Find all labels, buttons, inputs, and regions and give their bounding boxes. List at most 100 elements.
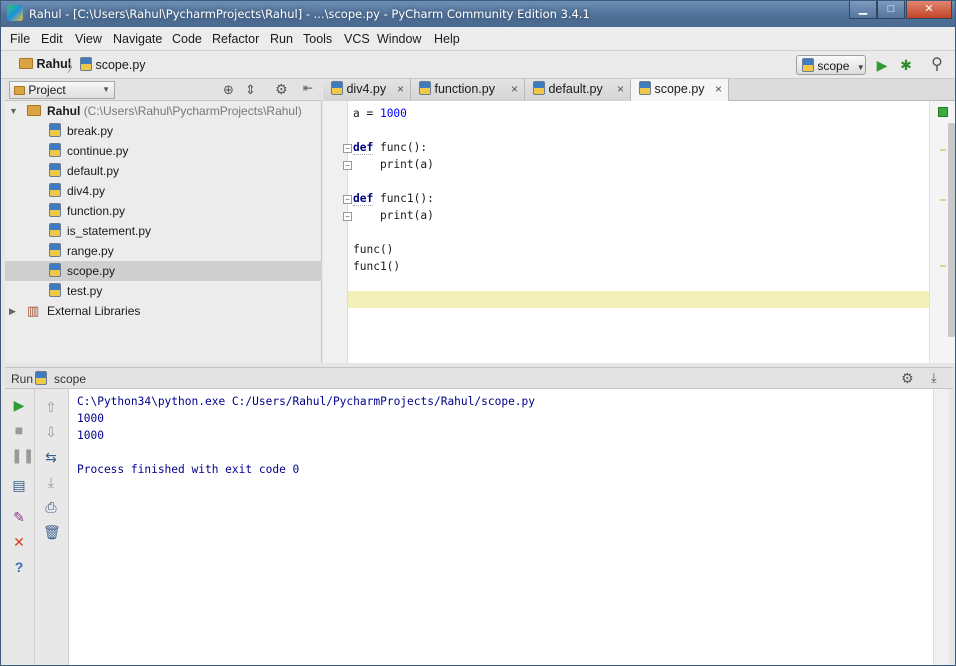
stop-icon[interactable]: ■ xyxy=(11,422,27,438)
scroll-to-end-icon[interactable]: ⤓ xyxy=(43,474,59,490)
python-file-icon xyxy=(49,243,61,257)
tree-item-label: range.py xyxy=(67,244,114,258)
error-stripe-mark[interactable] xyxy=(940,199,946,201)
trash-icon[interactable]: 🗑 xyxy=(43,524,61,540)
menu-refactor[interactable]: Refactor xyxy=(212,32,259,46)
tree-item-file[interactable]: break.py xyxy=(5,121,322,141)
tree-item-file[interactable]: test.py xyxy=(5,281,322,301)
code-editor[interactable]: − − − − a = 1000 def func(): print(a) de… xyxy=(323,101,955,363)
console-scrollbar[interactable] xyxy=(933,389,949,665)
menu-tools[interactable]: Tools xyxy=(303,32,332,46)
gear-icon[interactable]: ⚙ xyxy=(275,81,288,98)
breadcrumb-file[interactable]: scope.py xyxy=(80,57,146,72)
maximize-button[interactable]: □ xyxy=(877,1,905,19)
gear-icon[interactable]: ⚙ xyxy=(901,370,914,387)
minimize-button[interactable]: ▁ xyxy=(849,1,877,19)
tree-item-file[interactable]: is_statement.py xyxy=(5,221,322,241)
breadcrumb-project[interactable]: Rahul xyxy=(19,57,71,71)
run-toolbar-primary: ▶ ■ ❚❚ ▤ ✎ ✕ ? xyxy=(5,389,35,665)
chevron-down-icon: ▼ xyxy=(856,63,865,72)
close-button[interactable]: ✕ xyxy=(906,1,952,19)
error-stripe-mark[interactable] xyxy=(940,265,946,267)
search-icon[interactable]: ⚲ xyxy=(929,57,945,73)
run-configuration-label: scope xyxy=(817,59,850,73)
run-icon[interactable]: ▶ xyxy=(874,57,890,73)
console-line: Process finished with exit code 0 xyxy=(77,463,300,476)
arrow-up-icon[interactable]: ⇧ xyxy=(43,399,59,415)
soft-wrap-icon[interactable]: ⇆ xyxy=(43,449,59,465)
tab-function[interactable]: function.py × xyxy=(411,79,525,101)
code-line: func() xyxy=(353,243,394,256)
locate-icon[interactable]: ⊕ xyxy=(223,82,234,98)
current-line-highlight xyxy=(323,291,929,308)
hide-panel-icon[interactable]: ⇤ xyxy=(303,81,313,95)
tab-label: div4.py xyxy=(346,82,387,96)
print-icon[interactable]: ⎙ xyxy=(43,499,59,515)
tree-item-file-selected[interactable]: scope.py xyxy=(5,261,322,281)
console-line: 1000 xyxy=(77,429,104,442)
menu-edit[interactable]: Edit xyxy=(41,32,63,46)
project-view-dropdown[interactable]: Project ▼ xyxy=(9,81,115,99)
tab-label: scope.py xyxy=(654,82,705,96)
close-tab-icon[interactable]: × xyxy=(617,79,624,100)
tree-item-file[interactable]: function.py xyxy=(5,201,322,221)
menu-run[interactable]: Run xyxy=(270,32,293,46)
code-line: print(a) xyxy=(353,158,434,171)
run-console[interactable]: C:\Python34\python.exe C:/Users/Rahul/Py… xyxy=(69,389,933,665)
menu-file[interactable]: File xyxy=(10,32,30,46)
editor-scrollbar[interactable] xyxy=(948,123,955,337)
tab-scope[interactable]: scope.py × xyxy=(631,79,729,102)
tree-item-file[interactable]: div4.py xyxy=(5,181,322,201)
close-icon[interactable]: ✕ xyxy=(11,534,27,550)
pin-icon[interactable]: ✎ xyxy=(11,509,27,525)
tree-item-file[interactable]: continue.py xyxy=(5,141,322,161)
inspection-status-icon[interactable] xyxy=(938,107,948,117)
menu-view[interactable]: View xyxy=(75,32,102,46)
title-bar: Rahul - [C:\Users\Rahul\PycharmProjects\… xyxy=(1,1,955,27)
fold-icon[interactable]: − xyxy=(343,195,352,204)
tab-label: default.py xyxy=(548,82,603,96)
debug-icon[interactable]: ✱ xyxy=(898,57,914,73)
hide-panel-icon[interactable]: ⤓ xyxy=(931,370,937,386)
menu-vcs[interactable]: VCS xyxy=(344,32,370,46)
python-file-icon xyxy=(49,163,61,177)
python-file-icon xyxy=(331,81,343,95)
fold-icon[interactable]: − xyxy=(343,161,352,170)
tree-item-label: default.py xyxy=(67,164,120,178)
tab-default[interactable]: default.py × xyxy=(525,79,631,101)
python-file-icon xyxy=(419,81,431,95)
code-content[interactable]: a = 1000 def func(): print(a) def func1(… xyxy=(353,105,434,275)
run-panel-header: Run scope ⚙ ⤓ xyxy=(5,367,953,389)
folder-icon xyxy=(19,58,33,69)
menu-window[interactable]: Window xyxy=(377,32,421,46)
tree-root[interactable]: ▼ Rahul (C:\Users\Rahul\PycharmProjects\… xyxy=(5,101,322,121)
tab-div4[interactable]: div4.py × xyxy=(323,79,411,101)
python-file-icon xyxy=(80,57,92,71)
menu-help[interactable]: Help xyxy=(434,32,460,46)
chevron-right-icon[interactable]: ▶ xyxy=(9,301,16,321)
error-stripe-mark[interactable] xyxy=(940,149,946,151)
close-tab-icon[interactable]: × xyxy=(397,79,404,100)
collapse-all-icon[interactable]: ⇕ xyxy=(245,82,256,98)
layout-icon[interactable]: ▤ xyxy=(11,477,27,493)
menu-navigate[interactable]: Navigate xyxy=(113,32,162,46)
rerun-icon[interactable]: ▶ xyxy=(11,397,27,413)
close-tab-icon[interactable]: × xyxy=(511,79,518,100)
help-icon[interactable]: ? xyxy=(11,559,27,575)
breadcrumb-project-label: Rahul xyxy=(36,57,72,71)
tree-item-file[interactable]: default.py xyxy=(5,161,322,181)
breadcrumb-file-label: scope.py xyxy=(95,58,146,72)
close-tab-icon[interactable]: × xyxy=(715,79,722,100)
chevron-down-icon[interactable]: ▼ xyxy=(9,101,18,121)
python-file-icon xyxy=(49,123,61,137)
arrow-down-icon[interactable]: ⇩ xyxy=(43,424,59,440)
console-line: 1000 xyxy=(77,412,104,425)
pause-icon[interactable]: ❚❚ xyxy=(11,447,34,463)
menu-code[interactable]: Code xyxy=(172,32,202,46)
tree-item-file[interactable]: range.py xyxy=(5,241,322,261)
fold-icon[interactable]: − xyxy=(343,212,352,221)
tree-item-label: scope.py xyxy=(67,264,116,278)
tree-item-external-libraries[interactable]: ▶ ▥ External Libraries xyxy=(5,301,322,321)
fold-icon[interactable]: − xyxy=(343,144,352,153)
run-configuration-dropdown[interactable]: scope ▼ xyxy=(796,55,866,75)
